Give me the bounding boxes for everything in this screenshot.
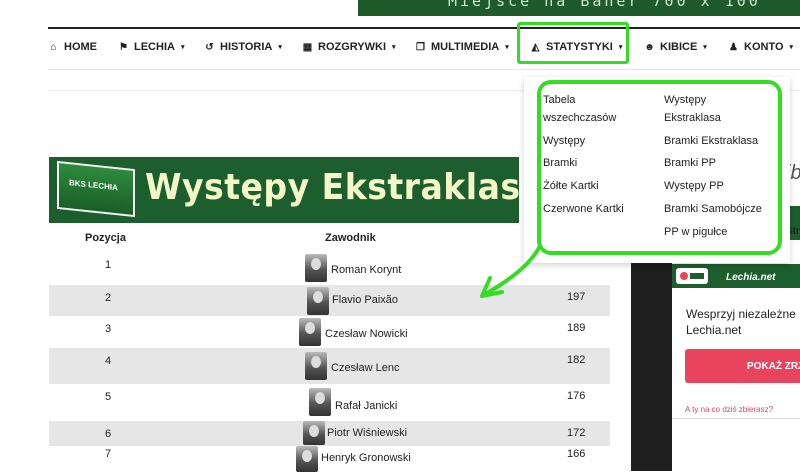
appearances-value: 166 bbox=[567, 448, 586, 460]
table-icon: ▦ bbox=[302, 41, 313, 53]
home-icon: ⌂ bbox=[50, 41, 57, 53]
player-name[interactable]: Roman Korynt bbox=[331, 264, 401, 276]
statystyki-highlight-annotation bbox=[517, 22, 629, 64]
history-icon: ↺ bbox=[205, 41, 214, 53]
dropdown-item-wystepy-pp[interactable]: Występy PP bbox=[664, 177, 724, 195]
dropdown-item-bramki[interactable]: Bramki bbox=[543, 154, 577, 172]
dropdown-item-label: Ekstraklasa bbox=[664, 112, 721, 124]
nav-label: HISTORIA bbox=[220, 41, 273, 53]
player-name[interactable]: Piotr Wiśniewski bbox=[327, 427, 407, 439]
table-row[interactable]: 4 Czesław Lenc 182 bbox=[49, 348, 610, 384]
player-avatar bbox=[305, 352, 327, 380]
player-avatar bbox=[296, 446, 318, 472]
annotation-arrow bbox=[480, 244, 542, 298]
dropdown-item-bramki-pp[interactable]: Bramki PP bbox=[664, 154, 716, 172]
chevron-down-icon: ▾ bbox=[180, 44, 185, 51]
banner-text: Miejsce na Baner 700 x 100 bbox=[448, 0, 761, 10]
dropdown-item-bramki-ekstraklasa[interactable]: Bramki Ekstraklasa bbox=[664, 132, 758, 150]
dropdown-item-zolte-kartki[interactable]: Żółte Kartki bbox=[543, 177, 599, 195]
nav-kibice[interactable]: ☻ KIBICE ▾ bbox=[644, 41, 707, 53]
page-heading-banner: BKS LECHIA Występy Ekstraklasa bbox=[49, 157, 519, 223]
chevron-down-icon: ▾ bbox=[505, 44, 509, 51]
dropdown-item-label: Występy bbox=[664, 94, 707, 106]
nav-label: HOME bbox=[64, 41, 97, 53]
flag-icon: ⚑ bbox=[119, 41, 128, 53]
dropdown-item-tabela[interactable]: Tabela wszechczasów bbox=[543, 91, 616, 127]
row-position: 6 bbox=[104, 428, 112, 440]
table-row[interactable]: 6 Piotr Wiśniewski 172 bbox=[49, 421, 610, 446]
chevron-down-icon: ▾ bbox=[392, 44, 396, 51]
table-row[interactable]: 3 Czesław Nowicki 189 bbox=[49, 316, 610, 348]
nav-label: MULTIMEDIA bbox=[431, 41, 500, 53]
dropdown-item-label: Tabela bbox=[543, 94, 576, 106]
dropdown-item-czerwone-kartki[interactable]: Czerwone Kartki bbox=[543, 200, 624, 218]
appearances-value: 182 bbox=[567, 354, 586, 366]
club-flag-logo: BKS LECHIA bbox=[57, 160, 135, 218]
chevron-down-icon: ▾ bbox=[278, 44, 282, 51]
appearances-value: 197 bbox=[567, 291, 586, 303]
table-row[interactable]: 7 Henryk Gronowski 166 bbox=[49, 446, 610, 472]
fundraiser-question: A ty na co dziś zbierasz? bbox=[685, 405, 774, 414]
nav-label: KONTO bbox=[744, 41, 784, 53]
page-title: Występy Ekstraklasa bbox=[145, 167, 519, 208]
nav-lechia[interactable]: ⚑ LECHIA ▾ bbox=[118, 41, 184, 53]
dropdown-item-label: wszechczasów bbox=[543, 112, 617, 124]
user-icon: ♟ bbox=[729, 41, 738, 53]
player-avatar bbox=[309, 388, 331, 416]
player-name[interactable]: Rafał Janicki bbox=[335, 400, 397, 412]
player-avatar bbox=[305, 254, 327, 282]
column-header-player: Zawodnik bbox=[325, 232, 376, 244]
row-position: 2 bbox=[104, 292, 112, 304]
lechia-net-logo-icon bbox=[676, 268, 708, 284]
nav-label: ROZGRYWKI bbox=[318, 41, 387, 53]
row-position: 3 bbox=[104, 323, 112, 335]
lechia-net-logo[interactable]: Lechia.net bbox=[672, 264, 800, 288]
player-name[interactable]: Czesław Nowicki bbox=[325, 328, 408, 340]
sidebar-divider bbox=[672, 418, 800, 419]
support-text: Wesprzyj niezależne Lechia.net bbox=[686, 307, 796, 337]
media-icon: ❐ bbox=[416, 41, 425, 53]
player-avatar bbox=[303, 421, 325, 445]
nav-multimedia[interactable]: ❐ MULTIMEDIA ▾ bbox=[415, 41, 509, 53]
logo-text: BKS LECHIA bbox=[69, 178, 118, 193]
nav-historia[interactable]: ↺ HISTORIA ▾ bbox=[204, 41, 282, 53]
nav-home[interactable]: ⌂ HOME bbox=[48, 41, 97, 53]
dropdown-item-pp-w-pigulce[interactable]: PP w pigułce bbox=[664, 223, 727, 241]
show-fundraiser-button[interactable]: POKAŻ ZRZ bbox=[685, 349, 800, 383]
top-banner[interactable]: Miejsce na Baner 700 x 100 bbox=[358, 0, 800, 16]
dropdown-item-wystepy[interactable]: Występy bbox=[543, 132, 585, 150]
nav-konto[interactable]: ♟ KONTO ▾ bbox=[728, 41, 793, 53]
player-avatar bbox=[307, 287, 329, 315]
player-name[interactable]: Henryk Gronowski bbox=[321, 452, 411, 464]
row-position: 7 bbox=[104, 448, 112, 460]
table-row[interactable]: 5 Rafał Janicki 176 bbox=[49, 384, 610, 421]
row-position: 5 bbox=[104, 391, 112, 403]
appearances-value: 172 bbox=[567, 427, 586, 439]
player-name[interactable]: Czesław Lenc bbox=[331, 362, 399, 374]
chevron-down-icon: ▾ bbox=[789, 44, 794, 51]
chevron-down-icon: ▾ bbox=[703, 44, 707, 51]
nav-rozgrywki[interactable]: ▦ ROZGRYWKI ▾ bbox=[302, 41, 396, 53]
appearances-value: 189 bbox=[567, 322, 586, 334]
player-name[interactable]: Flavio Paixão bbox=[332, 294, 398, 306]
main-navbar: ⌂ HOME ⚑ LECHIA ▾ ↺ HISTORIA ▾ ▦ ROZGRYW… bbox=[48, 27, 800, 70]
row-position: 4 bbox=[104, 355, 112, 367]
nav-label: KIBICE bbox=[660, 41, 698, 53]
appearances-value: 176 bbox=[567, 390, 586, 402]
dropdown-item-bramki-samobojcze[interactable]: Bramki Samobójcze bbox=[664, 200, 762, 218]
users-icon: ☻ bbox=[644, 41, 655, 53]
player-avatar bbox=[299, 318, 321, 346]
dropdown-item-wystepy-ekstraklasa[interactable]: Występy Ekstraklasa bbox=[664, 91, 721, 127]
column-header-position: Pozycja bbox=[85, 232, 126, 244]
row-position: 1 bbox=[104, 259, 112, 271]
lechia-net-logo-text: Lechia.net bbox=[726, 272, 776, 283]
nav-label: LECHIA bbox=[134, 41, 175, 53]
